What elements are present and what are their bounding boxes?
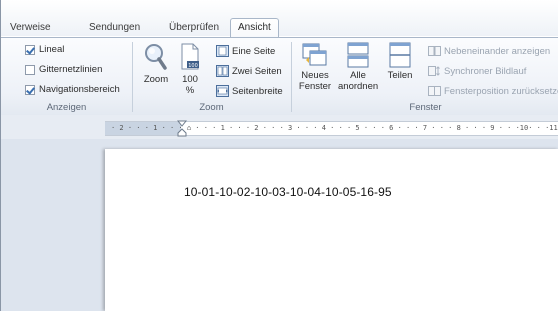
tab-ansicht[interactable]: Ansicht — [230, 18, 279, 39]
navigationsbereich-checkbox-box[interactable] — [25, 84, 35, 95]
navigationsbereich-label: Navigationsbereich — [39, 84, 120, 95]
zoom-100-label-line1: 100 — [182, 74, 198, 85]
page-100-icon: 100 — [181, 43, 199, 70]
zoom-100-label-line2: % — [185, 85, 195, 96]
group-anzeigen: Lineal Gitternetzlinien Navigationsberei… — [1, 38, 132, 115]
document-area: 10-01-10-02-10-03-10-04-10-05-16-95 — [1, 139, 558, 311]
lineal-checkbox-box[interactable] — [25, 44, 35, 55]
arrange-all-icon — [347, 42, 369, 68]
neues-fenster-line1: Neues — [301, 70, 329, 81]
checkbox-gitternetzlinien[interactable]: Gitternetzlinien — [25, 64, 102, 75]
magnifier-icon — [145, 44, 167, 70]
nebeneinander-label: Nebeneinander anzeigen — [444, 45, 551, 57]
group-label-zoom: Zoom — [199, 102, 224, 113]
fensterposition-zuruecksetzen-button[interactable]: Fensterposition zurücksetzen — [428, 85, 558, 97]
page-width-icon — [216, 85, 229, 97]
zoom-100-button[interactable]: 100 100 % — [175, 42, 205, 96]
zoom-label: Zoom — [143, 74, 169, 85]
group-zoom: Zoom 100 100 % Eine Seite Zwei Seiten Se… — [133, 38, 290, 115]
tab-verweise[interactable]: Verweise — [10, 22, 51, 33]
seitenbreite-label: Seitenbreite — [232, 85, 283, 97]
sync-scroll-icon — [428, 66, 440, 76]
seitenbreite-button[interactable]: Seitenbreite — [216, 85, 283, 97]
group-fenster: Neues Fenster Alle anordnen Teilen Neben… — [292, 38, 558, 115]
neues-fenster-button[interactable]: Neues Fenster — [296, 42, 334, 92]
neues-fenster-line2: Fenster — [298, 81, 332, 92]
group-label-anzeigen: Anzeigen — [46, 102, 87, 113]
split-window-icon — [389, 42, 411, 68]
eine-seite-label: Eine Seite — [232, 45, 276, 57]
checkbox-lineal[interactable]: Lineal — [25, 44, 64, 55]
synchroner-bildlauf-button[interactable]: Synchroner Bildlauf — [428, 65, 526, 77]
tab-ueberpruefen[interactable]: Überprüfen — [169, 22, 219, 33]
zwei-seiten-label: Zwei Seiten — [232, 65, 282, 77]
word-window: Verweise Sendungen Überprüfen Ansicht Li… — [0, 0, 558, 311]
gitternetzlinien-label: Gitternetzlinien — [39, 64, 103, 75]
ribbon-tab-bar: Verweise Sendungen Überprüfen Ansicht — [1, 0, 558, 39]
teilen-button[interactable]: Teilen — [383, 42, 417, 81]
synchroner-bildlauf-label: Synchroner Bildlauf — [444, 65, 527, 77]
eine-seite-button[interactable]: Eine Seite — [216, 45, 275, 57]
nebeneinander-anzeigen-button[interactable]: Nebeneinander anzeigen — [428, 45, 550, 57]
one-page-icon — [216, 45, 229, 57]
lineal-label: Lineal — [39, 44, 65, 55]
horizontal-ruler[interactable]: · 2 · · · 1 · · · ⌂ · · · 1 · · · 2 · · … — [105, 120, 558, 137]
reset-window-position-icon — [428, 86, 441, 96]
ruler-bar: · 2 · · · 1 · · · ⌂ · · · 1 · · · 2 · · … — [1, 115, 558, 139]
document-text[interactable]: 10-01-10-02-10-03-10-04-10-05-16-95 — [184, 185, 392, 199]
zwei-seiten-button[interactable]: Zwei Seiten — [216, 65, 282, 77]
checkbox-navigationsbereich[interactable]: Navigationsbereich — [25, 84, 120, 95]
fensterposition-label: Fensterposition zurücksetzen — [444, 85, 558, 97]
indent-marker-icon[interactable] — [177, 120, 187, 137]
alle-anordnen-button[interactable]: Alle anordnen — [338, 42, 378, 92]
zoom-button[interactable]: Zoom — [141, 42, 171, 85]
alle-anordnen-line2: anordnen — [338, 81, 379, 92]
svg-text:100: 100 — [188, 63, 198, 69]
group-label-fenster: Fenster — [409, 102, 442, 113]
new-window-icon — [302, 43, 327, 66]
document-page[interactable]: 10-01-10-02-10-03-10-04-10-05-16-95 — [105, 149, 558, 311]
gitternetzlinien-checkbox-box[interactable] — [25, 64, 35, 75]
tab-sendungen[interactable]: Sendungen — [89, 22, 140, 33]
alle-anordnen-line1: Alle — [350, 70, 366, 81]
ribbon: Lineal Gitternetzlinien Navigationsberei… — [1, 37, 558, 116]
side-by-side-icon — [428, 46, 441, 56]
teilen-label: Teilen — [387, 70, 413, 81]
two-pages-icon — [216, 65, 229, 77]
